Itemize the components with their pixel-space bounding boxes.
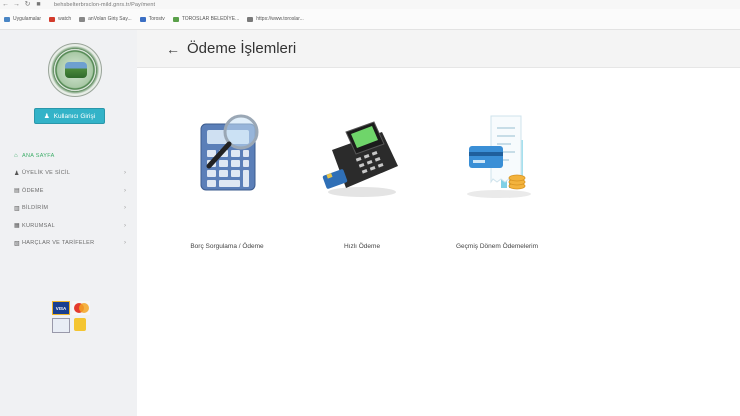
- chevron-right-icon: ›: [124, 222, 127, 229]
- tile-debt-inquiry[interactable]: Borç Sorgulama / Ödeme: [152, 110, 302, 250]
- globe-icon: [247, 16, 254, 22]
- sidebar-item-4[interactable]: ▦ KURUMSAL ›: [14, 217, 132, 235]
- bookmark-torostv[interactable]: Torostv: [139, 16, 165, 22]
- tile-label: Hızlı Ödeme: [343, 243, 381, 250]
- visa-logo-icon: VISA: [52, 301, 70, 315]
- sidebar-item-label: ÜYELİK VE SİCİL: [22, 170, 71, 177]
- building-icon: ▦: [14, 223, 20, 230]
- sidebar-item-2[interactable]: ▤ ÖDEME ›: [14, 182, 132, 200]
- sidebar-item-label: KURUMSAL: [22, 222, 55, 229]
- sidebar-item-label: HARÇLAR VE TARİFELER: [22, 240, 95, 247]
- payment-card-logos: VISA: [52, 301, 92, 335]
- chevron-right-icon: ›: [124, 170, 127, 177]
- secure-badge-icon: [74, 318, 86, 331]
- card-icon: ▤: [14, 188, 20, 195]
- 3d-secure-badge-icon: [52, 318, 70, 333]
- sidebar-item-3[interactable]: ▥ BİLDİRİM ›: [14, 200, 132, 218]
- tv-icon: [139, 16, 146, 22]
- mastercard-logo-icon: [72, 301, 90, 315]
- bookmark-login[interactable]: anVolan Giriş Say...: [79, 16, 132, 22]
- bookmark-apps[interactable]: Uygulamalar: [4, 16, 41, 22]
- pos-terminal-icon: [322, 121, 398, 197]
- bookmarks-bar: Uygulamalar watch anVolan Giriş Say... T…: [0, 9, 740, 30]
- chevron-right-icon: ›: [124, 205, 127, 212]
- login-button[interactable]: ♟ Kullanıcı Girişi: [34, 108, 105, 124]
- user-icon: ♟: [14, 170, 20, 177]
- sidebar-item-label: ÖDEME: [22, 187, 44, 194]
- receipt-history-icon: [467, 115, 531, 198]
- logo-emblem: [65, 62, 87, 78]
- sidebar-item-label: ANA SAYFA: [22, 152, 55, 159]
- apps-icon: [4, 16, 10, 22]
- forward-nav-icon[interactable]: →: [11, 0, 22, 9]
- bookmark-toroslar-site[interactable]: https://www.toroslar...: [247, 16, 304, 22]
- file-icon: ▥: [14, 205, 20, 212]
- seal-icon: [172, 16, 179, 22]
- payment-options: Borç Sorgulama / Ödeme Hızlı Ödeme Geçmi…: [137, 68, 740, 416]
- bookmark-watch[interactable]: watch: [49, 16, 71, 22]
- tile-past-payments[interactable]: Geçmiş Dönem Ödemelerim: [422, 110, 572, 250]
- youtube-icon: [49, 16, 56, 22]
- home-icon: ⌂: [14, 152, 18, 159]
- sidebar-item-1[interactable]: ♟ ÜYELİK VE SİCİL ›: [14, 165, 132, 183]
- secure-lock-icon: ■: [36, 1, 41, 8]
- user-icon: ♟: [43, 113, 50, 120]
- back-nav-icon[interactable]: ←: [0, 0, 11, 9]
- back-arrow-icon[interactable]: ←: [166, 41, 180, 57]
- calculator-magnifier-icon: [200, 114, 259, 191]
- sidebar-item-5[interactable]: ▧ HARÇLAR VE TARİFELER ›: [14, 235, 132, 253]
- browser-address-bar: ← → ↻ ■ behsbelterbrsclon-mild.gnrs.tr/P…: [0, 0, 740, 9]
- sidebar-item-0[interactable]: ⌂ ANA SAYFA: [14, 147, 132, 165]
- page-header: ← Ödeme İşlemleri: [137, 30, 740, 68]
- url-text[interactable]: behsbelterbrsclon-mild.gnrs.tr/Pay/ment: [54, 2, 155, 8]
- sidebar-item-label: BİLDİRİM: [22, 205, 49, 212]
- sidebar-menu: ⌂ ANA SAYFA ♟ ÜYELİK VE SİCİL › ▤ ÖDEME › ▥ BİLDİ…: [14, 147, 132, 252]
- y-icon: [79, 16, 86, 22]
- bookmark-toroslar[interactable]: TOROSLAR BELEDİYE...: [172, 16, 239, 22]
- chevron-right-icon: ›: [124, 240, 127, 247]
- sidebar: ♟ Kullanıcı Girişi ⌂ ANA SAYFA ♟ ÜYELİK VE …: [0, 30, 137, 416]
- reload-icon[interactable]: ↻: [22, 0, 33, 9]
- municipality-logo[interactable]: [48, 43, 102, 97]
- document-icon: ▧: [14, 240, 20, 247]
- tile-label: Geçmiş Dönem Ödemelerim: [456, 243, 538, 250]
- chevron-right-icon: ›: [124, 187, 127, 194]
- page-title: Ödeme İşlemleri: [187, 40, 297, 57]
- tile-label: Borç Sorgulama / Ödeme: [190, 243, 264, 250]
- tile-quick-payment[interactable]: Hızlı Ödeme: [287, 110, 437, 250]
